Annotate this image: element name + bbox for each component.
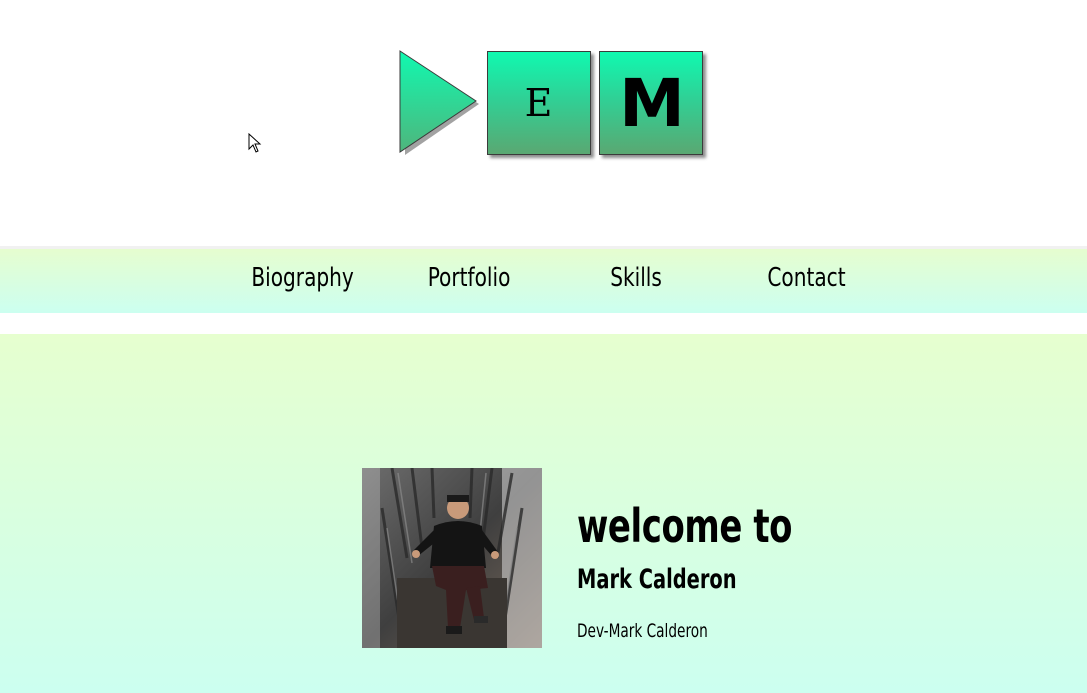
play-triangle-icon (399, 50, 479, 155)
profile-photo-illustration (362, 468, 542, 648)
owner-name: Mark Calderon (577, 564, 737, 595)
nav-link-portfolio[interactable]: Portfolio (428, 263, 511, 293)
hero-section: welcome to Mark Calderon Dev-Mark Calder… (0, 334, 1087, 693)
tagline: Dev-Mark Calderon (577, 620, 708, 642)
nav-divider (0, 313, 1087, 334)
profile-photo (362, 468, 542, 648)
header: E M (0, 0, 1087, 246)
nav-link-biography[interactable]: Biography (251, 263, 353, 293)
site-logo[interactable]: E M (396, 48, 708, 160)
logo-letter-e: E (487, 51, 591, 155)
main-nav: Biography Portfolio Skills Contact (0, 249, 1087, 313)
page: E M Biography Portfolio Skills Contact w… (0, 0, 1087, 693)
mouse-pointer-icon (248, 133, 262, 153)
nav-link-contact[interactable]: Contact (767, 263, 845, 293)
nav-link-skills[interactable]: Skills (610, 263, 662, 293)
welcome-heading: welcome to (577, 499, 793, 553)
logo-letter-m: M (599, 51, 703, 155)
